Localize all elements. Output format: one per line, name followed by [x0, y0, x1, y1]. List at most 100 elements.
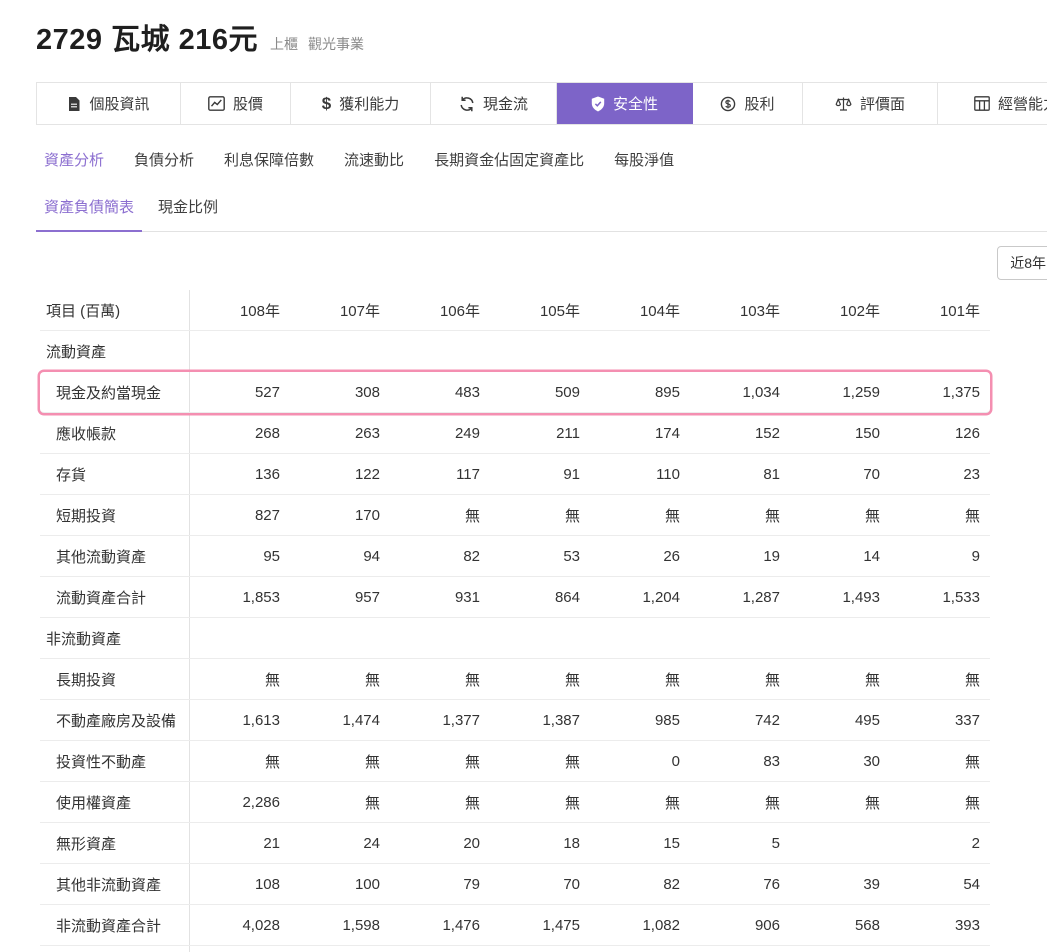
- cell-value: 無: [964, 507, 980, 525]
- table-row: 資產總計5,8812,5552,4072,3392,2872,1932,0601…: [40, 946, 990, 952]
- scale-icon: [835, 96, 852, 112]
- row-label: 流動資產合計: [40, 577, 190, 617]
- cell-value: 1,387: [542, 711, 580, 729]
- cell-value: [190, 331, 290, 371]
- sub-tab-nav-per-share[interactable]: 每股淨值: [614, 149, 674, 170]
- cell-value: 110: [656, 465, 680, 483]
- cell-value: 2,193: [690, 946, 790, 952]
- cell-value: 無: [964, 794, 980, 812]
- period-select-button[interactable]: 近8年: [997, 246, 1047, 280]
- cell-value: 5,881: [190, 946, 290, 952]
- table-row: 不動產廠房及設備 1,613 1,474 1,377 1,387 985 742 495 337: [40, 700, 990, 741]
- row-label: 存貨: [40, 454, 190, 494]
- cell-value: 無: [464, 507, 480, 525]
- cell-value: 117: [456, 465, 480, 483]
- table-row: 其他非流動資產 108 100 79 70 82 76 39 54: [40, 864, 990, 905]
- table-row: 非流動資產合計 4,028 1,598 1,476 1,475 1,082 906 568 39…: [40, 905, 990, 946]
- chart-icon: [208, 96, 225, 111]
- table-row: 投資性不動產 無 無 無 無 0 83 30 無: [40, 741, 990, 782]
- cell-value: 15: [663, 834, 680, 852]
- cell-value: 152: [754, 424, 780, 442]
- column-header-year: 106年: [439, 302, 480, 320]
- cell-value: 393: [954, 916, 980, 934]
- column-header-year: 105年: [539, 302, 580, 320]
- cell-value: 1,476: [442, 916, 480, 934]
- cell-value: 83: [763, 752, 780, 770]
- cell-value: [490, 618, 590, 658]
- stock-header: 2729 瓦城 216元 上櫃 觀光事業: [0, 0, 1047, 58]
- management-icon: [974, 96, 990, 111]
- sub-tab-long-term-funds-ratio[interactable]: 長期資金佔固定資產比: [434, 149, 584, 170]
- row-label: 短期投資: [40, 495, 190, 535]
- column-header-item: 項目 (百萬): [40, 290, 190, 330]
- column-header-year: 101年: [939, 302, 980, 320]
- cell-value: 268: [254, 424, 280, 442]
- cell-value: 2,286: [242, 793, 280, 811]
- cell-value: 1,377: [442, 711, 480, 729]
- row-label: 投資性不動產: [40, 741, 190, 781]
- tab-price[interactable]: 股價: [181, 83, 291, 124]
- cell-value: 19: [763, 547, 780, 565]
- row-label: 流動資產: [40, 331, 190, 371]
- cell-value: 122: [354, 465, 380, 483]
- cell-value: [590, 618, 690, 658]
- tab-dividend[interactable]: 股利: [693, 83, 803, 124]
- cell-value: 無: [464, 753, 480, 771]
- row-label: 其他非流動資產: [40, 864, 190, 904]
- sub-tab-interest-coverage[interactable]: 利息保障倍數: [224, 149, 314, 170]
- cell-value: 136: [254, 465, 280, 483]
- row-label: 非流動資產合計: [40, 905, 190, 945]
- sub-tab-current-quick-ratio[interactable]: 流速動比: [344, 149, 404, 170]
- cell-value: 2,060: [790, 946, 890, 952]
- table-row: 非流動資產: [40, 618, 990, 659]
- cell-value: 495: [854, 711, 880, 729]
- cell-value: 170: [354, 506, 380, 524]
- cell-value: 14: [863, 547, 880, 565]
- cell-value: 81: [763, 465, 780, 483]
- cell-value: 39: [863, 875, 880, 893]
- tab-label: 股利: [744, 96, 775, 113]
- column-header-year: 103年: [739, 302, 780, 320]
- tab-profitability[interactable]: $ 獲利能力: [291, 83, 431, 124]
- cell-value: 54: [963, 875, 980, 893]
- cell-value: 無: [864, 794, 880, 812]
- cell-value: 21: [263, 834, 280, 852]
- table-row: 無形資產 21 24 20 18 15 5 2: [40, 823, 990, 864]
- tab-operating-ability[interactable]: 經營能力: [938, 83, 1047, 124]
- column-header-year: 102年: [839, 302, 880, 320]
- column-header-year: 108年: [239, 302, 280, 320]
- cell-value: 1,613: [242, 711, 280, 729]
- cell-value: 無: [964, 671, 980, 689]
- tab-stock-info[interactable]: 個股資訊: [37, 83, 181, 124]
- cell-value: 1,598: [342, 916, 380, 934]
- industry-label: 觀光事業: [308, 36, 365, 52]
- cell-value: [690, 618, 790, 658]
- cell-value: 742: [754, 711, 780, 729]
- sub-tab-liability-analysis[interactable]: 負債分析: [134, 149, 194, 170]
- cell-value: 70: [863, 465, 880, 483]
- report-tab-balance-sheet-summary[interactable]: 資產負債簡表: [36, 196, 143, 232]
- cell-value: 無: [564, 507, 580, 525]
- cell-value: [390, 331, 490, 371]
- tab-cash-flow[interactable]: 現金流: [431, 83, 557, 124]
- cell-value: 2,407: [390, 946, 490, 952]
- cell-value: 211: [556, 424, 580, 442]
- cell-value: [890, 331, 990, 371]
- sub-tab-asset-analysis[interactable]: 資產分析: [44, 149, 104, 170]
- table-row: 長期投資 無 無 無 無 無 無 無 無: [40, 659, 990, 700]
- column-header-year: 107年: [339, 302, 380, 320]
- cell-value: 1,287: [742, 588, 780, 606]
- cell-value: 1,259: [842, 383, 880, 401]
- cell-value: 509: [554, 383, 580, 401]
- cell-value: [690, 331, 790, 371]
- tab-label: 評價面: [859, 96, 905, 113]
- tab-valuation[interactable]: 評價面: [803, 83, 938, 124]
- tab-safety[interactable]: 安全性: [557, 83, 693, 124]
- cell-value: 2,555: [290, 946, 390, 952]
- cell-value: 24: [363, 834, 380, 852]
- tab-label: 經營能力: [997, 96, 1047, 113]
- report-tab-cash-ratio[interactable]: 現金比例: [150, 196, 226, 232]
- cell-value: 無: [764, 794, 780, 812]
- cell-value: 無: [964, 753, 980, 771]
- stock-meta: 上櫃 觀光事業: [270, 34, 364, 54]
